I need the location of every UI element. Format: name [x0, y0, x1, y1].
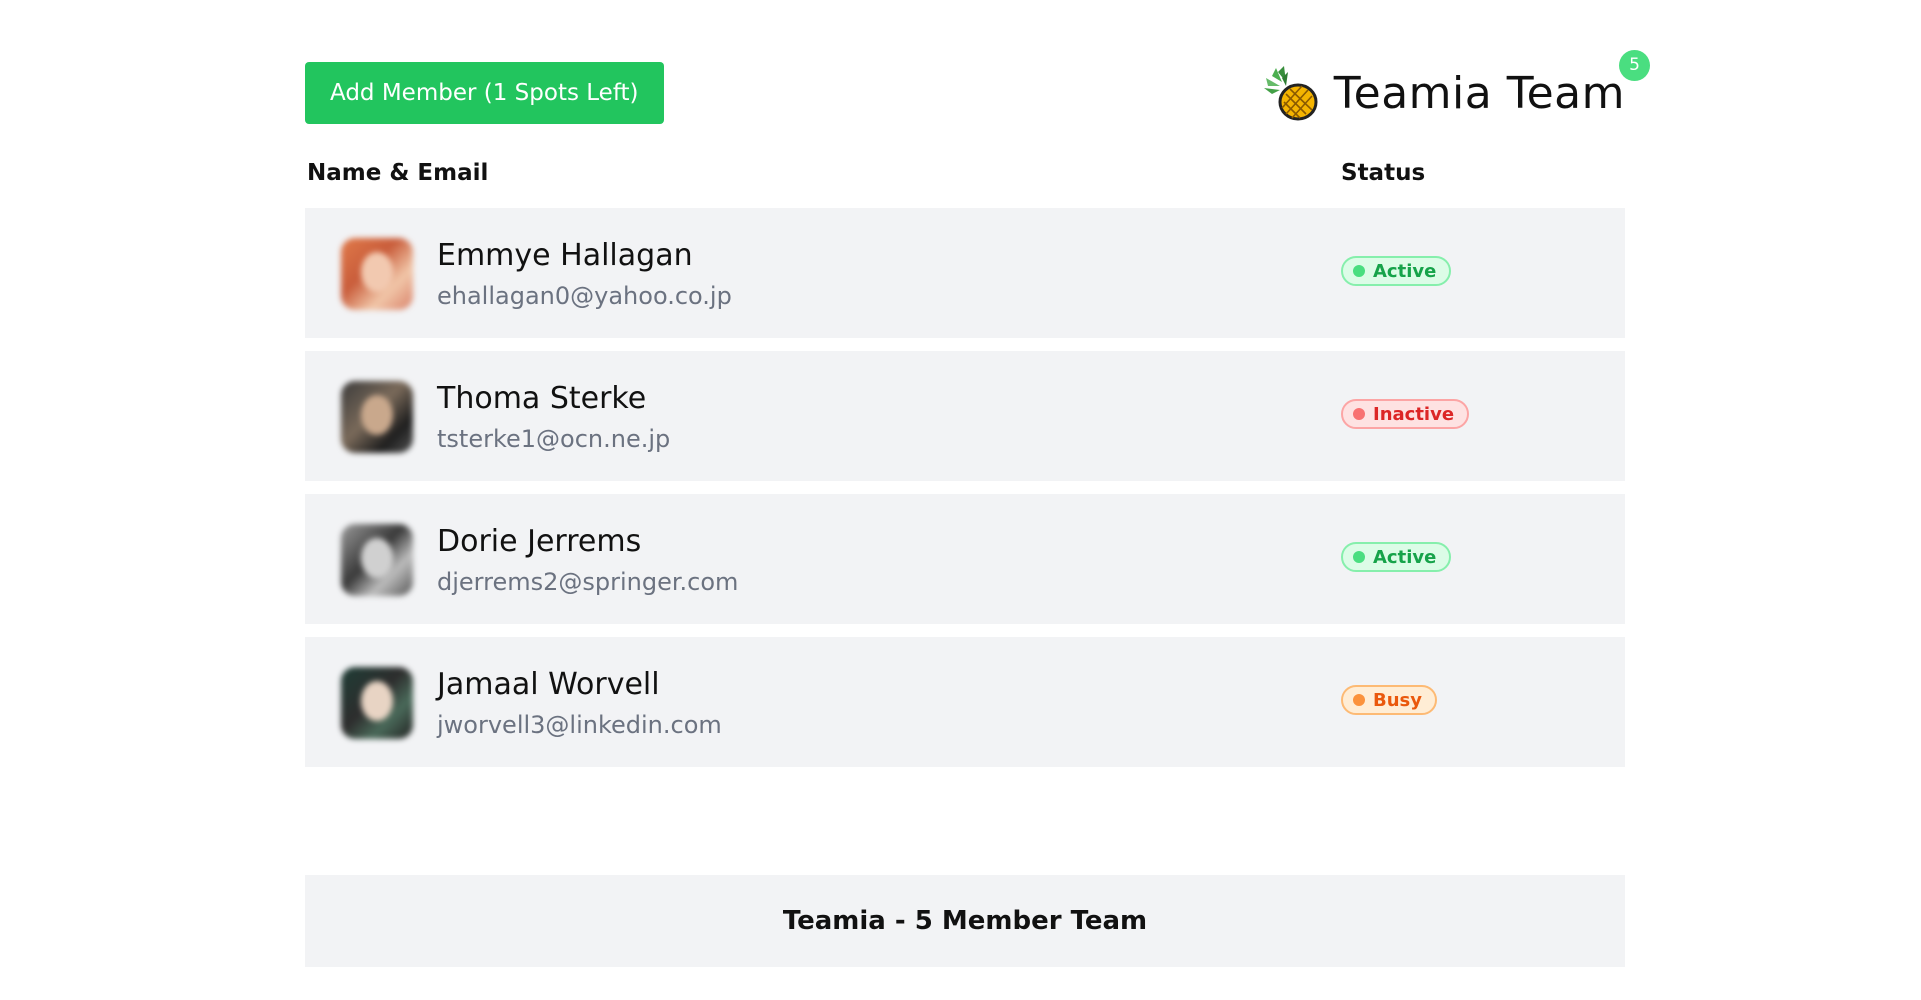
header: Add Member (1 Spots Left) Teamia Team 5: [305, 50, 1650, 124]
status-dot-icon: [1353, 694, 1365, 706]
status-dot-icon: [1353, 408, 1365, 420]
member-row[interactable]: Jamaal Worvell jworvell3@linkedin.com Bu…: [305, 637, 1625, 767]
status-label: Active: [1373, 260, 1437, 282]
avatar: [341, 238, 413, 310]
member-email: ehallagan0@yahoo.co.jp: [437, 282, 732, 310]
status-badge: Active: [1341, 542, 1452, 572]
avatar: [341, 524, 413, 596]
member-email: jworvell3@linkedin.com: [437, 711, 722, 739]
avatar: [341, 667, 413, 739]
member-email: tsterke1@ocn.ne.jp: [437, 425, 671, 453]
footer: Teamia - 5 Member Team: [305, 875, 1625, 967]
status-label: Busy: [1373, 689, 1422, 711]
status-badge: Busy: [1341, 685, 1437, 715]
column-header-name-email: Name & Email: [307, 160, 489, 186]
member-name: Dorie Jerrems: [437, 524, 642, 559]
status-badge: Inactive: [1341, 399, 1470, 429]
member-row[interactable]: Dorie Jerrems djerrems2@springer.com Act…: [305, 494, 1625, 624]
add-member-button[interactable]: Add Member (1 Spots Left): [305, 62, 664, 124]
team-count-badge: 5: [1619, 50, 1650, 81]
status-label: Active: [1373, 546, 1437, 568]
member-list: Emmye Hallagan ehallagan0@yahoo.co.jp Ac…: [305, 208, 1625, 780]
column-header-status: Status: [1341, 160, 1426, 186]
avatar: [341, 381, 413, 453]
pineapple-icon: [1262, 64, 1320, 122]
member-email: djerrems2@springer.com: [437, 568, 739, 596]
member-row[interactable]: Emmye Hallagan ehallagan0@yahoo.co.jp Ac…: [305, 208, 1625, 338]
status-dot-icon: [1353, 265, 1365, 277]
member-name: Emmye Hallagan: [437, 238, 693, 273]
status-dot-icon: [1353, 551, 1365, 563]
team-brand: Teamia Team 5: [1262, 50, 1650, 128]
member-name: Jamaal Worvell: [437, 667, 660, 702]
member-row[interactable]: Thoma Sterke tsterke1@ocn.ne.jp Inactive: [305, 351, 1625, 481]
status-label: Inactive: [1373, 403, 1455, 425]
table-header: Name & Email Status: [305, 160, 1625, 196]
status-badge: Active: [1341, 256, 1452, 286]
team-title: Teamia Team: [1333, 67, 1625, 119]
member-name: Thoma Sterke: [437, 381, 647, 416]
